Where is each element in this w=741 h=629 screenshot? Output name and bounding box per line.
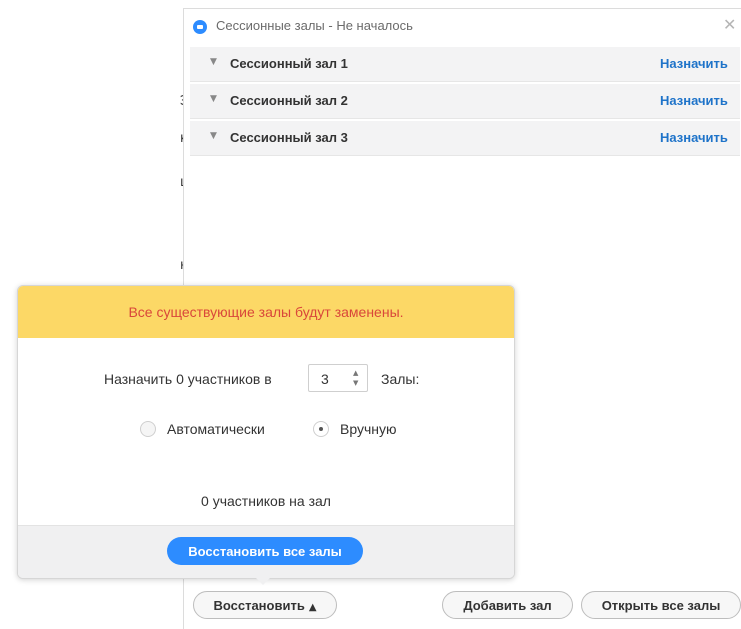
caret-down-icon[interactable]: ▼ [210, 57, 217, 67]
restore-all-rooms-button[interactable]: Восстановить все залы [167, 537, 363, 565]
caret-down-icon[interactable]: ▼ [210, 94, 217, 104]
assign-participants-row: Назначить 0 участников в 3 ▲ ▼ Залы: [18, 364, 514, 394]
caret-down-icon[interactable]: ▼ [210, 131, 217, 141]
room-row[interactable]: ▼ Сессионный зал 3 Назначить [190, 121, 740, 156]
open-all-rooms-button[interactable]: Открыть все залы [581, 591, 741, 619]
spinner-down-icon[interactable]: ▼ [353, 379, 358, 387]
manual-radio[interactable] [313, 421, 329, 437]
room-count-value[interactable]: 3 [321, 371, 329, 387]
manual-radio-label[interactable]: Вручную [340, 421, 397, 437]
recreate-rooms-popover: Все существующие залы будут заменены. На… [17, 285, 515, 579]
assignment-mode-options: Автоматически Вручную [18, 419, 514, 441]
room-name: Сессионный зал 2 [230, 93, 348, 108]
restore-button[interactable]: Восстановить ▲ [193, 591, 337, 619]
room-row[interactable]: ▼ Сессионный зал 2 Назначить [190, 84, 740, 119]
auto-radio[interactable] [140, 421, 156, 437]
room-name: Сессионный зал 1 [230, 56, 348, 71]
close-icon[interactable]: ✕ [723, 15, 736, 34]
assign-link[interactable]: Назначить [660, 56, 728, 71]
assign-link[interactable]: Назначить [660, 93, 728, 108]
window-title: Сессионные залы - Не началось [216, 18, 413, 33]
popover-footer: Восстановить все залы [18, 525, 514, 578]
auto-radio-label[interactable]: Автоматически [167, 421, 265, 437]
warning-banner: Все существующие залы будут заменены. [18, 286, 514, 338]
room-row[interactable]: ▼ Сессионный зал 1 Назначить [190, 47, 740, 82]
zoom-logo-icon [193, 20, 207, 34]
assign-prefix-label: Назначить 0 участников в [104, 371, 272, 387]
room-count-stepper[interactable]: 3 ▲ ▼ [308, 364, 368, 392]
rooms-suffix-label: Залы: [381, 371, 420, 387]
assign-link[interactable]: Назначить [660, 130, 728, 145]
restore-button-label: Восстановить [213, 597, 305, 613]
participants-per-room: 0 участников на зал [201, 493, 331, 509]
chevron-up-icon: ▲ [308, 601, 317, 613]
spinner-up-icon[interactable]: ▲ [353, 369, 358, 377]
popover-arrow [254, 576, 272, 585]
title-bar: Сессионные залы - Не началось ✕ [184, 9, 741, 43]
room-name: Сессионный зал 3 [230, 130, 348, 145]
add-room-button[interactable]: Добавить зал [442, 591, 573, 619]
